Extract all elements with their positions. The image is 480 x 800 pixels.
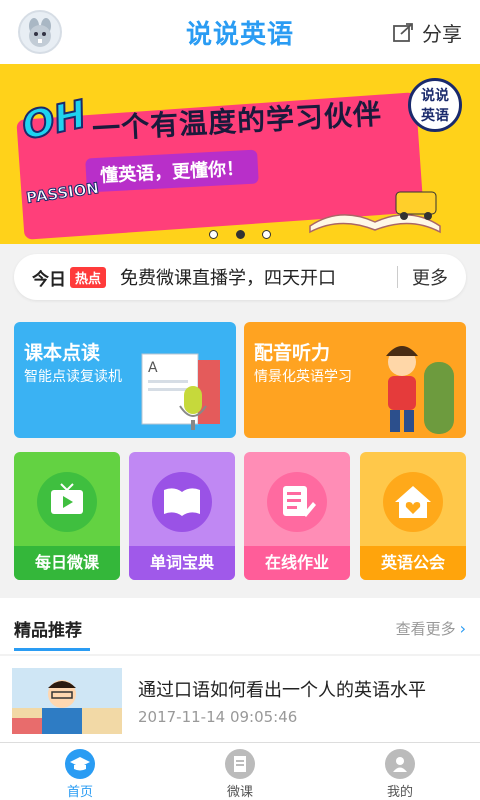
article-item[interactable]: 通过口语如何看出一个人的英语水平 2017-11-14 09:05:46 — [0, 656, 480, 742]
article-title: 通过口语如何看出一个人的英语水平 — [138, 680, 426, 701]
page-dot[interactable] — [261, 230, 271, 239]
feature-dubbing-listening[interactable]: 配音听力 情景化英语学习 — [244, 322, 466, 438]
badge-line1: 说说 — [421, 88, 449, 104]
banner-pagination — [0, 224, 480, 243]
feature-subtitle: 智能点读复读机 — [24, 369, 122, 385]
feature-title: 配音听力 — [254, 342, 331, 364]
chevron-right-icon: › — [459, 619, 466, 638]
open-book-icon — [152, 472, 212, 532]
page-dot[interactable] — [209, 230, 219, 239]
tab-label: 首页 — [66, 785, 93, 800]
feature-title: 课本点读 — [24, 342, 101, 364]
hot-news-bar[interactable]: 今日 热点 免费微课直播学，四天开口 更多 — [14, 254, 466, 300]
share-icon — [393, 22, 413, 42]
recommend-section-header: 精品推荐 查看更多 › — [0, 598, 480, 654]
divider — [397, 266, 398, 288]
tile-label: 每日微课 — [14, 546, 120, 580]
hot-badge: 热点 — [70, 266, 107, 288]
graduation-cap-icon — [65, 749, 95, 779]
bottom-tab-bar: 首页 微课 我的 — [0, 742, 480, 800]
hot-news-text[interactable]: 免费微课直播学，四天开口 — [120, 264, 397, 290]
tile-daily-microcourse[interactable]: 每日微课 — [14, 452, 120, 580]
share-label: 分享 — [422, 22, 462, 46]
user-icon — [385, 749, 415, 779]
view-more-link[interactable]: 查看更多 › — [396, 618, 466, 639]
tile-online-homework[interactable]: 在线作业 — [244, 452, 350, 580]
tv-icon — [37, 472, 97, 532]
tab-label: 微课 — [226, 785, 253, 800]
tab-label: 我的 — [386, 785, 413, 800]
feature-textbook-reading[interactable]: 课本点读 智能点读复读机 A — [14, 322, 236, 438]
feature-subtitle: 情景化英语学习 — [254, 369, 352, 385]
today-label: 今日 — [32, 269, 66, 290]
homework-edit-icon — [267, 472, 327, 532]
article-thumbnail — [12, 668, 122, 734]
tile-word-dictionary[interactable]: 单词宝典 — [129, 452, 235, 580]
badge-line2: 英语 — [421, 108, 449, 124]
recommend-underline — [14, 648, 90, 651]
recommend-title: 精品推荐 — [14, 621, 82, 641]
book-microphone-illustration: A — [141, 353, 220, 430]
tile-label: 英语公会 — [360, 546, 466, 580]
tab-home[interactable]: 首页 — [0, 743, 160, 800]
share-button[interactable]: 分享 — [392, 18, 462, 47]
character-illustration — [386, 346, 454, 434]
heart-house-icon — [383, 472, 443, 532]
tile-label: 单词宝典 — [129, 546, 235, 580]
page-dot-active[interactable] — [235, 230, 245, 239]
banner-badge: 说说 英语 — [408, 78, 462, 132]
article-timestamp: 2017-11-14 09:05:46 — [138, 708, 298, 726]
view-more-label: 查看更多 — [395, 620, 456, 638]
document-icon — [225, 749, 255, 779]
more-news-link[interactable]: 更多 — [412, 264, 448, 290]
tile-english-guild[interactable]: 英语公会 — [360, 452, 466, 580]
svg-text:A: A — [148, 360, 158, 376]
top-bar: 说说英语 分享 — [0, 0, 480, 64]
tile-label: 在线作业 — [244, 546, 350, 580]
tab-mine[interactable]: 我的 — [320, 743, 480, 800]
tab-microcourse[interactable]: 微课 — [160, 743, 320, 800]
